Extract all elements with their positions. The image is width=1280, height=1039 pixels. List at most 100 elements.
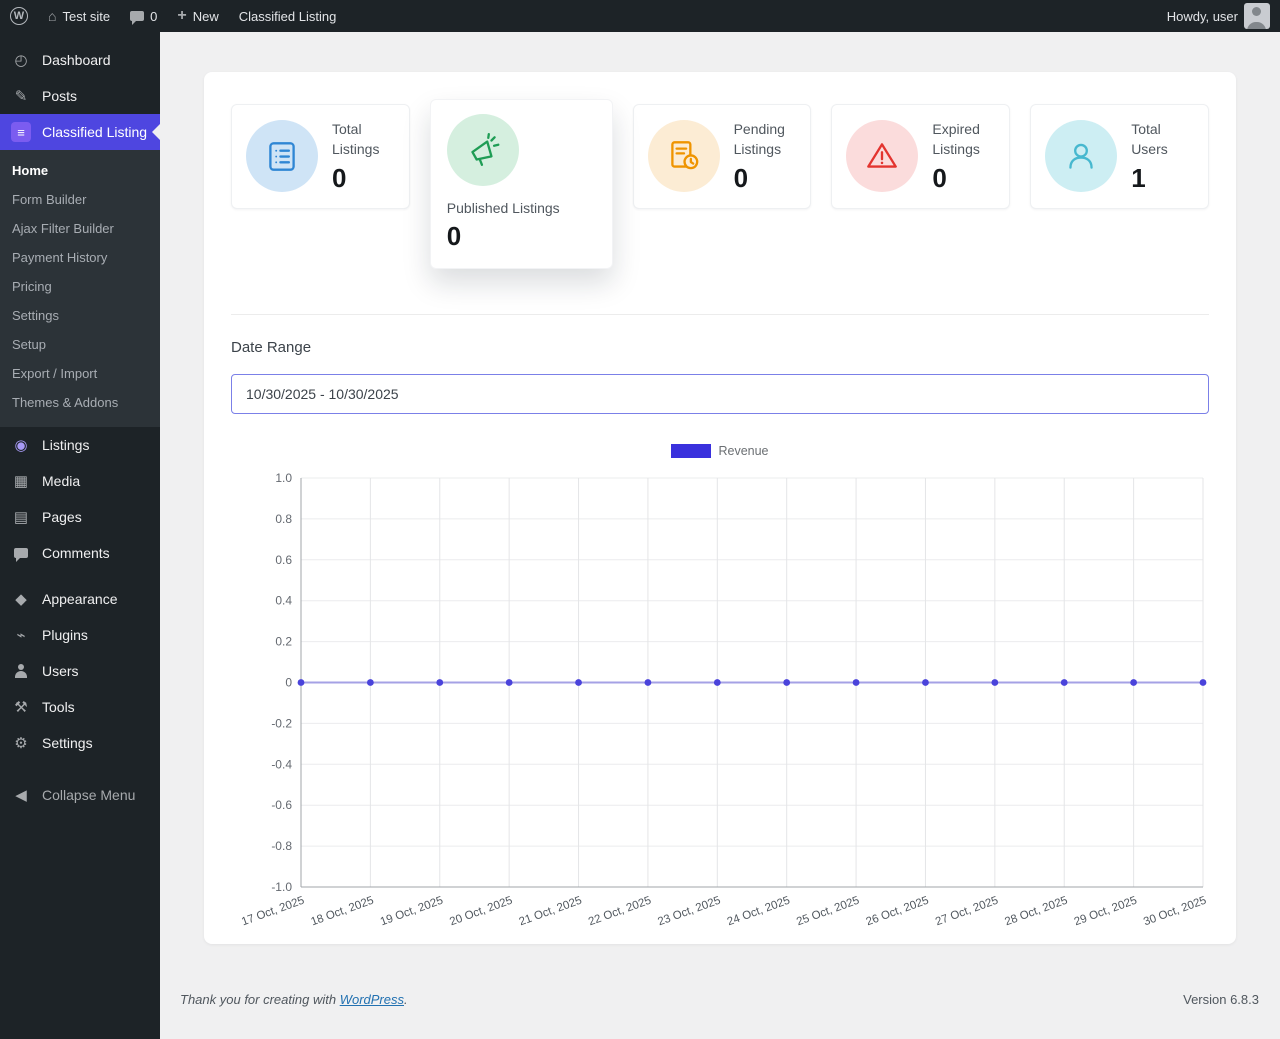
media-icon: ▦ [13, 473, 29, 490]
site-name-link[interactable]: ⌂ Test site [38, 0, 120, 32]
sidebar-item-users[interactable]: Users [0, 653, 160, 689]
sidebar-label-tools: Tools [42, 699, 75, 715]
clipboard-list-icon [269, 142, 295, 172]
total-listings-icon-circle [246, 120, 318, 193]
sidebar-item-appearance[interactable]: ◆ Appearance [0, 581, 160, 617]
sidebar-label-users: Users [42, 663, 79, 679]
legend-label: Revenue [718, 444, 769, 458]
sidebar-item-media[interactable]: ▦ Media [0, 463, 160, 499]
svg-text:0.4: 0.4 [275, 594, 292, 608]
stats-row: Total Listings 0 Published Listings 0 Pe… [231, 99, 1209, 274]
sidebar-item-dashboard[interactable]: ◴ Dashboard [0, 42, 160, 78]
sidebar-item-plugins[interactable]: ⌁ Plugins [0, 617, 160, 653]
howdy-label: Howdy, user [1166, 8, 1238, 24]
wordpress-admin-screen: W ⌂ Test site 0 + New Classified Listing… [0, 0, 1280, 1039]
collapse-menu-button[interactable]: ◀ Collapse Menu [0, 777, 160, 813]
total-users-icon-circle [1045, 120, 1118, 193]
stat-card-total-users: Total Users 1 [1030, 104, 1209, 209]
svg-text:27 Oct, 2025: 27 Oct, 2025 [934, 895, 1000, 929]
admin-footer: Thank you for creating with WordPress. V… [180, 992, 1259, 1007]
new-label: New [192, 8, 219, 24]
revenue-chart-block: Revenue 1.0 0.8 0.6 0.4 0.2 0 -0.2 -0.4 -0.6 -0.8… [231, 444, 1209, 942]
site-name-label: Test site [62, 8, 111, 24]
collapse-menu-label: Collapse Menu [42, 787, 136, 803]
footer-version: Version 6.8.3 [1183, 992, 1259, 1007]
sidebar-label-listings: Listings [42, 437, 90, 453]
svg-text:0.6: 0.6 [275, 553, 292, 567]
sidebar-item-tools[interactable]: ⚒ Tools [0, 689, 160, 725]
comments-toolbar-link[interactable]: 0 [120, 0, 167, 32]
sidebar-item-settings[interactable]: ⚙ Settings [0, 725, 160, 761]
sidebar-item-posts[interactable]: ✎ Posts [0, 78, 160, 114]
stat-card-published-listings: Published Listings 0 [429, 99, 613, 269]
submenu-item-form-builder[interactable]: Form Builder [0, 185, 160, 214]
chart-legend[interactable]: Revenue [231, 444, 1209, 458]
comment-bubble-shape [14, 548, 28, 562]
dashboard-panel: Total Listings 0 Published Listings 0 Pe… [204, 72, 1236, 944]
main-content: Total Listings 0 Published Listings 0 Pe… [160, 32, 1280, 1039]
svg-text:-0.6: -0.6 [271, 798, 292, 812]
avatar-body [1247, 22, 1266, 29]
submenu-item-payment-history[interactable]: Payment History [0, 243, 160, 272]
sidebar-item-comments[interactable]: Comments [0, 535, 160, 571]
svg-text:-0.4: -0.4 [271, 757, 292, 771]
stat-value: 0 [446, 221, 462, 252]
sidebar-item-classified-listing[interactable]: ≡ Classified Listing [0, 114, 160, 150]
submenu-item-export-import[interactable]: Export / Import [0, 359, 160, 388]
submenu-item-pricing[interactable]: Pricing [0, 272, 160, 301]
comment-bubble-icon [130, 11, 145, 25]
menu-separator [0, 571, 160, 581]
new-content-link[interactable]: + New [167, 0, 228, 32]
megaphone-icon [471, 133, 500, 166]
stat-label: Published Listings [446, 200, 560, 216]
section-divider [231, 314, 1209, 315]
sidebar-item-listings[interactable]: ◉ Listings [0, 427, 160, 463]
classified-listing-icon: ≡ [11, 122, 31, 142]
svg-text:-1.0: -1.0 [271, 880, 292, 894]
sidebar-item-pages[interactable]: ▤ Pages [0, 499, 160, 535]
stat-label: Expired Listings [932, 121, 980, 158]
user-avatar [1244, 3, 1270, 29]
submenu-item-home[interactable]: Home [0, 156, 160, 185]
classified-listing-toolbar-link[interactable]: Classified Listing [229, 0, 347, 32]
stat-value: 1 [1131, 162, 1146, 193]
submenu-item-ajax-filter-builder[interactable]: Ajax Filter Builder [0, 214, 160, 243]
svg-text:26 Oct, 2025: 26 Oct, 2025 [864, 895, 930, 929]
sidebar-label-comments: Comments [42, 545, 110, 561]
sidebar-label-settings: Settings [42, 735, 93, 751]
sidebar: ◴ Dashboard ✎ Posts ≡ Classified Listing… [0, 32, 160, 1039]
howdy-account-link[interactable]: Howdy, user [1157, 0, 1280, 32]
svg-text:1.0: 1.0 [275, 471, 292, 485]
date-range-input[interactable] [231, 374, 1209, 414]
svg-text:29 Oct, 2025: 29 Oct, 2025 [1073, 895, 1139, 929]
plugins-icon: ⌁ [16, 627, 26, 644]
comments-count: 0 [150, 8, 158, 24]
tools-icon: ⚒ [14, 699, 28, 716]
admin-bar-left: W ⌂ Test site 0 + New Classified Listing [0, 0, 346, 32]
collapse-arrow-icon: ◀ [15, 787, 27, 804]
classified-listing-submenu: Home Form Builder Ajax Filter Builder Pa… [0, 150, 160, 427]
stat-card-pending-listings: Pending Listings 0 [632, 104, 812, 209]
person-shape [14, 664, 28, 678]
svg-text:25 Oct, 2025: 25 Oct, 2025 [795, 895, 861, 929]
classified-listing-toolbar-label: Classified Listing [238, 8, 337, 24]
classified-listing-icon-wrap: ≡ [10, 122, 32, 142]
pending-listings-icon-circle [647, 120, 720, 193]
revenue-line-chart: 1.0 0.8 0.6 0.4 0.2 0 -0.2 -0.4 -0.6 -0.8 -1.017 O… [240, 471, 1208, 929]
date-range-heading: Date Range [231, 339, 312, 356]
users-icon [10, 664, 32, 678]
stat-card-expired-listings: Expired Listings 0 [831, 104, 1011, 209]
submenu-item-themes-addons[interactable]: Themes & Addons [0, 388, 160, 417]
wp-logo-menu[interactable]: W [0, 0, 38, 32]
expired-listings-icon-circle [846, 120, 919, 193]
submenu-item-setup[interactable]: Setup [0, 330, 160, 359]
legend-swatch [671, 444, 712, 458]
stat-label: Total Users [1131, 121, 1168, 158]
sidebar-label-media: Media [42, 473, 81, 489]
settings-icon: ⚙ [14, 735, 28, 752]
sidebar-label-plugins: Plugins [42, 627, 88, 643]
wordpress-link[interactable]: WordPress [340, 992, 404, 1007]
sidebar-label-pages: Pages [42, 509, 82, 525]
svg-text:-0.2: -0.2 [271, 716, 292, 730]
submenu-item-settings[interactable]: Settings [0, 301, 160, 330]
